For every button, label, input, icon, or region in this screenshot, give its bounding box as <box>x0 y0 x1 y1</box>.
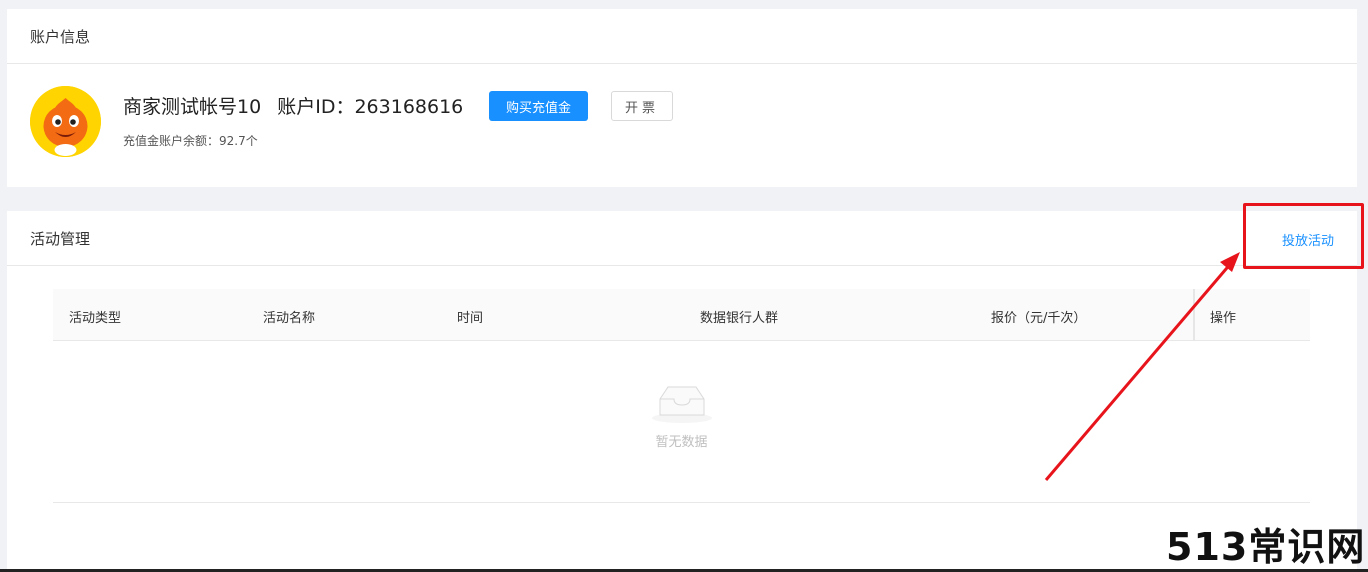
account-info-card: 账户信息 商家测试帐号10 账户ID：263168616 购买充值金 开票 充值… <box>7 9 1357 187</box>
account-id: 账户ID：263168616 <box>277 96 464 118</box>
column-price: 报价（元/千次） <box>991 311 1087 326</box>
watermark: 513常识网 <box>1166 525 1366 569</box>
invoice-button[interactable]: 开票 <box>611 91 673 121</box>
column-activity-name: 活动名称 <box>263 311 316 326</box>
activity-table: 活动类型 活动名称 时间 数据银行人群 报价（元/千次） 操作 暂无数据 <box>53 289 1310 503</box>
avatar <box>30 86 101 157</box>
column-divider <box>1193 289 1195 341</box>
column-activity-type: 活动类型 <box>69 311 122 326</box>
activity-management-header: 活动管理 投放活动 <box>7 211 1357 266</box>
buy-recharge-button[interactable]: 购买充值金 <box>489 91 588 121</box>
account-name: 商家测试帐号10 <box>123 96 262 118</box>
balance-text: 充值金账户余额：92.7个 <box>123 134 258 148</box>
column-databank-crowd: 数据银行人群 <box>700 311 779 326</box>
activity-management-card: 活动管理 投放活动 活动类型 活动名称 时间 数据银行人群 报价（元/千次） 操… <box>7 211 1357 572</box>
column-time: 时间 <box>457 311 484 326</box>
account-info-header: 账户信息 <box>7 9 1357 64</box>
empty-inbox-icon <box>651 386 712 423</box>
avatar-mascot-icon <box>30 86 101 157</box>
table-body: 暂无数据 <box>53 341 1310 503</box>
empty-label: 暂无数据 <box>655 435 708 450</box>
account-info-body: 商家测试帐号10 账户ID：263168616 购买充值金 开票 充值金账户余额… <box>7 64 1357 187</box>
activity-management-title: 活动管理 <box>30 229 91 248</box>
launch-activity-link[interactable]: 投放活动 <box>1282 230 1334 249</box>
column-operation: 操作 <box>1210 311 1237 326</box>
account-info-title: 账户信息 <box>30 27 91 46</box>
empty-state: 暂无数据 <box>53 381 1310 450</box>
account-name-line: 商家测试帐号10 账户ID：263168616 <box>123 92 473 119</box>
table-header: 活动类型 活动名称 时间 数据银行人群 报价（元/千次） 操作 <box>53 289 1310 341</box>
